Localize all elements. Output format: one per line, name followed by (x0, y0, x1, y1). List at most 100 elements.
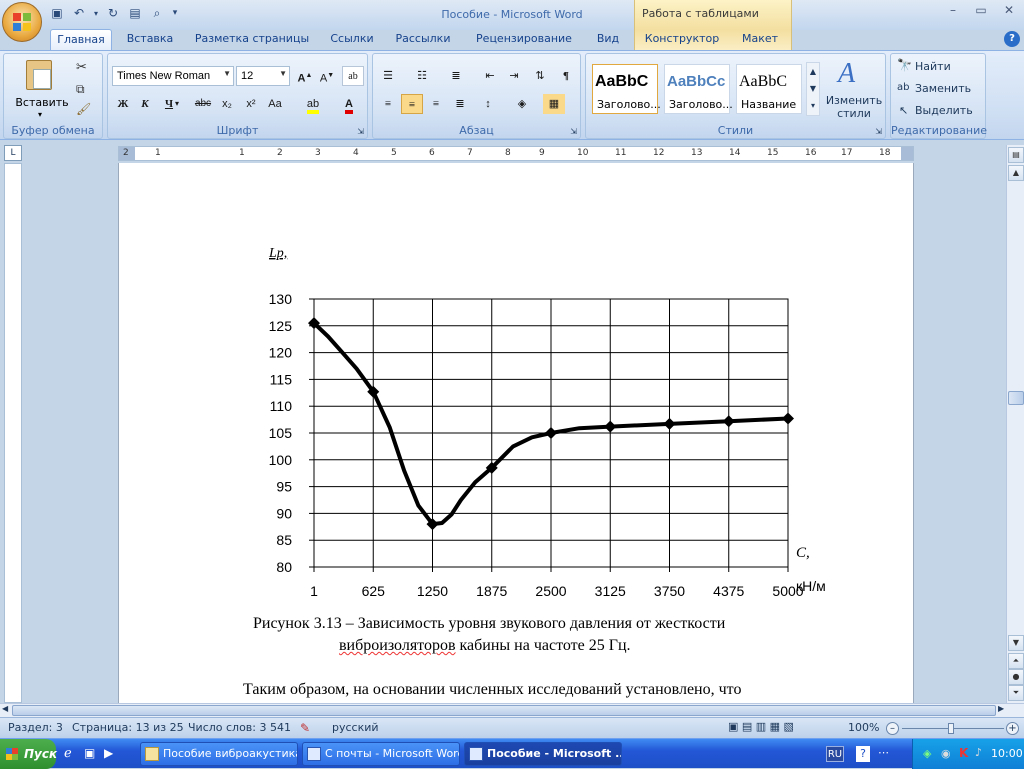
tab-home[interactable]: Главная (50, 29, 112, 50)
help-tray-icon[interactable]: ? (856, 746, 870, 762)
minimize-icon[interactable]: – (942, 2, 964, 18)
zoom-slider-thumb[interactable] (948, 723, 954, 734)
tab-mailings[interactable]: Рассылки (390, 29, 456, 50)
scroll-right-icon[interactable]: ▶ (998, 704, 1004, 713)
decrease-indent-icon[interactable]: ⇤ (479, 66, 501, 86)
font-name-dropdown[interactable]: Times New Roman ▼ (112, 66, 234, 86)
highlight-icon[interactable]: ab (302, 94, 324, 114)
font-dialog-launcher-icon[interactable]: ⇲ (357, 127, 364, 136)
help-icon[interactable]: ? (1004, 31, 1020, 47)
styles-dialog-launcher-icon[interactable]: ⇲ (875, 127, 882, 136)
line-spacing-icon[interactable]: ↕ (477, 94, 499, 114)
quick-launch-desktop-icon[interactable]: ▣ (84, 746, 95, 760)
strikethrough-button[interactable]: abc (192, 94, 214, 114)
tab-design[interactable]: Конструктор (640, 29, 724, 50)
replace-button[interactable]: Заменить (915, 82, 971, 95)
font-color-icon[interactable]: A (338, 94, 360, 114)
quick-launch-ie-icon[interactable]: ℯ (64, 746, 72, 761)
document-page[interactable]: 130 125 120 115 110 105 100 95 90 85 80 1 625 1250 187… (118, 163, 914, 703)
italic-button[interactable]: К (134, 94, 156, 114)
tab-review[interactable]: Рецензирование (466, 29, 582, 50)
justify-icon[interactable]: ≣ (449, 94, 471, 114)
tray-app-icon[interactable]: ◉ (941, 747, 951, 760)
styles-gallery-scroll[interactable]: ▲ ▼ ▾ (806, 62, 820, 116)
paste-dropdown-icon[interactable]: ▾ (38, 110, 42, 119)
change-styles-button[interactable]: Изменить стили (824, 94, 884, 120)
find-button[interactable]: Найти (915, 60, 951, 73)
task-word-active[interactable]: Пособие - Microsoft ... (464, 742, 622, 766)
subscript-button[interactable]: x₂ (216, 94, 238, 114)
tab-page-layout[interactable]: Разметка страницы (192, 29, 312, 50)
word-doc-active-icon (469, 747, 483, 761)
paste-button-label[interactable]: Вставить (12, 96, 72, 109)
grow-font-icon[interactable]: A▲ (294, 66, 316, 86)
shading-icon[interactable]: ◈ (511, 94, 533, 114)
style-title[interactable]: AaBbC Название (736, 64, 802, 114)
task-word-mail[interactable]: С почты - Microsoft Word (302, 742, 460, 766)
scroll-down-icon[interactable]: ▼ (1008, 635, 1024, 651)
paste-icon[interactable] (26, 60, 52, 90)
vertical-ruler[interactable] (4, 163, 22, 703)
bold-button[interactable]: Ж (112, 94, 134, 114)
horizontal-ruler[interactable]: 2 1 1 2 3 4 5 6 7 8 9 10 11 12 13 14 15 16 17 18 (118, 146, 914, 161)
zoom-in-icon[interactable]: + (1006, 722, 1019, 735)
numbering-icon[interactable]: ☷ (411, 66, 433, 86)
vertical-scrollbar[interactable]: ▤ ▲ ▼ ⏶ ● ⏷ (1006, 145, 1024, 703)
spelling-check-icon[interactable]: ✎ (300, 721, 310, 735)
scroll-up-icon[interactable]: ▲ (1008, 165, 1024, 181)
copy-icon[interactable]: ⧉ (76, 82, 85, 97)
quick-launch-media-icon[interactable]: ▶ (104, 746, 113, 760)
shrink-font-icon[interactable]: A▼ (316, 66, 338, 86)
browse-object-icon[interactable]: ● (1008, 669, 1024, 685)
scroll-thumb[interactable] (1008, 391, 1024, 405)
kaspersky-icon[interactable]: K (959, 746, 968, 760)
paragraph-dialog-launcher-icon[interactable]: ⇲ (570, 127, 577, 136)
status-word-count[interactable]: Число слов: 3 541 (188, 721, 291, 734)
previous-page-icon[interactable]: ⏶ (1008, 653, 1024, 669)
change-case-button[interactable]: Aa (264, 94, 286, 114)
show-formatting-icon[interactable]: ¶ (555, 66, 577, 86)
language-indicator[interactable]: RU (826, 746, 844, 762)
align-right-icon[interactable]: ≡ (425, 94, 447, 114)
increase-indent-icon[interactable]: ⇥ (503, 66, 525, 86)
status-section[interactable]: Раздел: 3 (8, 721, 63, 734)
view-buttons[interactable]: ▣ ▤ ▥ ▦ ▧ (728, 720, 794, 733)
tab-insert[interactable]: Вставка (118, 29, 182, 50)
font-size-dropdown[interactable]: 12 ▼ (236, 66, 290, 86)
horizontal-scroll-thumb[interactable] (12, 705, 996, 716)
tab-references[interactable]: Ссылки (322, 29, 382, 50)
style-heading2[interactable]: AaBbCc Заголово... (664, 64, 733, 114)
status-page[interactable]: Страница: 13 из 25 (72, 721, 184, 734)
zoom-out-icon[interactable]: – (886, 722, 899, 735)
nvidia-icon[interactable]: ◈ (923, 747, 931, 760)
cut-icon[interactable]: ✂ (76, 60, 87, 75)
underline-dropdown-icon[interactable]: ▾ (172, 94, 182, 114)
clock[interactable]: 10:00 (991, 747, 1023, 760)
align-center-icon[interactable]: ≡ (401, 94, 423, 114)
sort-icon[interactable]: ⇅ (529, 66, 551, 86)
tab-selector-icon[interactable]: L (4, 145, 22, 161)
format-painter-icon[interactable]: 🖌 (76, 102, 91, 116)
style-heading1[interactable]: AaBbC Заголово... (592, 64, 661, 114)
horizontal-scrollbar[interactable]: ◀ ▶ (0, 703, 1024, 717)
superscript-button[interactable]: x² (240, 94, 262, 114)
view-ruler-icon[interactable]: ▤ (1008, 147, 1024, 163)
next-page-icon[interactable]: ⏷ (1008, 685, 1024, 701)
align-left-icon[interactable]: ≡ (377, 94, 399, 114)
zoom-level[interactable]: 100% (848, 721, 879, 734)
office-button[interactable] (2, 2, 42, 42)
tab-layout[interactable]: Макет (734, 29, 786, 50)
multilevel-list-icon[interactable]: ≣ (445, 66, 467, 86)
close-icon[interactable]: ✕ (998, 2, 1020, 18)
bullets-icon[interactable]: ☰ (377, 66, 399, 86)
borders-icon[interactable]: ▦ (543, 94, 565, 114)
tray-expand-icon[interactable]: ⋯ (878, 746, 889, 759)
select-button[interactable]: Выделить (915, 104, 973, 117)
clear-format-icon[interactable]: ab (342, 66, 364, 86)
task-folder[interactable]: Пособие виброакустика (140, 742, 298, 766)
status-language[interactable]: русский (332, 721, 379, 734)
scroll-left-icon[interactable]: ◀ (2, 704, 8, 713)
volume-icon[interactable]: ♪ (975, 746, 982, 759)
restore-icon[interactable]: ▭ (970, 2, 992, 18)
tab-view[interactable]: Вид (590, 29, 626, 50)
